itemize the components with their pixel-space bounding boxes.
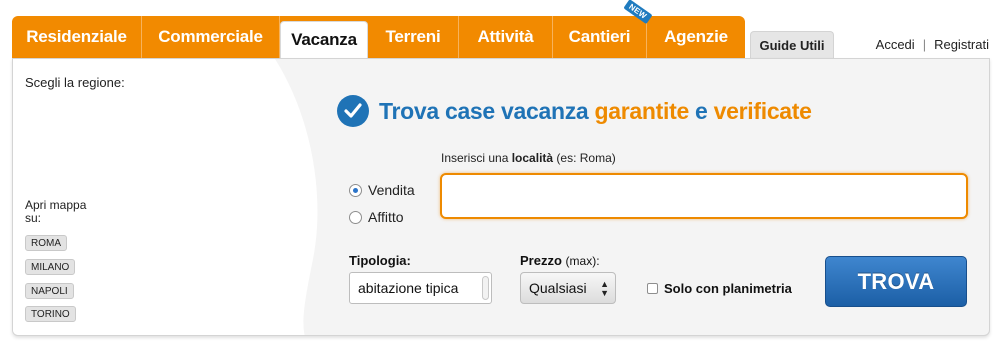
city-button-napoli[interactable]: NAPOLI [25, 283, 74, 299]
radio-affitto-label: Affitto [368, 209, 404, 225]
tab-terreni[interactable]: Terreni [368, 16, 459, 58]
planimetria-checkbox[interactable] [647, 283, 658, 294]
heading-part-3: e [695, 97, 708, 124]
city-button-milano[interactable]: MILANO [25, 259, 76, 275]
tab-commerciale[interactable]: Commerciale [142, 16, 280, 58]
contract-type-radios: Vendita Affitto [349, 179, 415, 233]
tab-vacanza[interactable]: Vacanza [280, 21, 368, 58]
page-heading: Trova case vacanza garantite e verificat… [337, 95, 812, 127]
tipologia-scrollbar[interactable] [482, 276, 489, 300]
tipologia-value: abitazione tipica [358, 280, 459, 296]
city-button-roma[interactable]: ROMA [25, 235, 67, 251]
open-map-label: Apri mappa su: [25, 198, 87, 225]
register-link[interactable]: Registrati [934, 37, 989, 52]
prezzo-select[interactable]: Qualsiasi ▲ ▼ [520, 272, 616, 304]
search-submit-button[interactable]: TROVA [825, 256, 967, 307]
location-label-prefix: Inserisci una [441, 151, 509, 165]
region-map: Scegli la regione: Apri mappa su: ROMA M… [13, 59, 333, 335]
user-links: Accedi | Registrati [876, 37, 989, 52]
planimetria-option[interactable]: Solo con planimetria [647, 281, 792, 296]
prezzo-hint: (max): [565, 254, 600, 268]
updown-arrows-icon: ▲ ▼ [600, 279, 609, 298]
tab-attivita[interactable]: Attività [459, 16, 553, 58]
tab-cantieri[interactable]: Cantieri NEW [553, 0, 653, 58]
tab-residenziale[interactable]: Residenziale [12, 16, 142, 58]
radio-vendita-control[interactable] [349, 183, 362, 197]
planimetria-label: Solo con planimetria [664, 281, 792, 296]
tipologia-select[interactable]: abitazione tipica [349, 272, 492, 304]
radio-affitto-control[interactable] [349, 210, 362, 224]
city-button-torino[interactable]: TORINO [25, 306, 76, 322]
location-label: Inserisci una località (es: Roma) [441, 151, 616, 165]
radio-vendita-label: Vendita [368, 182, 415, 198]
main-nav-tabs: Residenziale Commerciale Vacanza Terreni… [12, 0, 745, 58]
radio-vendita[interactable]: Vendita [349, 179, 415, 201]
check-circle-icon [337, 95, 369, 127]
location-input[interactable] [440, 173, 968, 219]
prezzo-label: Prezzo [520, 253, 562, 268]
tab-cantieri-label: Cantieri [568, 27, 631, 46]
tab-guide-utili[interactable]: Guide Utili [750, 31, 834, 58]
location-label-hint: (es: Roma) [556, 151, 616, 165]
radio-affitto[interactable]: Affitto [349, 206, 415, 228]
user-links-separator: | [922, 37, 927, 52]
heading-text: Trova case vacanza garantite e verificat… [379, 98, 812, 125]
login-link[interactable]: Accedi [876, 37, 915, 52]
heading-part-4: verificate [713, 97, 812, 124]
prezzo-value: Qualsiasi [529, 280, 587, 296]
tab-agenzie[interactable]: Agenzie [647, 16, 745, 58]
search-panel: Scegli la regione: Apri mappa su: ROMA M… [12, 58, 990, 336]
prezzo-label-group: Prezzo (max): [520, 253, 600, 268]
heading-part-2: garantite [594, 97, 690, 124]
location-label-bold: località [511, 151, 554, 165]
region-label: Scegli la regione: [25, 75, 125, 90]
heading-part-1: Trova case vacanza [379, 97, 589, 124]
tipologia-label: Tipologia: [349, 253, 411, 268]
